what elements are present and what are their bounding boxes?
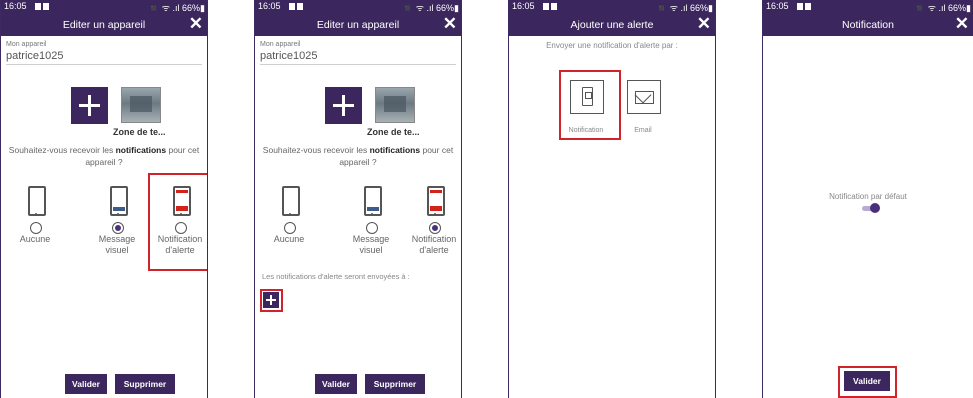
option-visual-label: Message visuel (98, 234, 136, 255)
screen-edit-device-1: 16:05 ◾ ᯤ .ıl 66%▮ Editer un appareil ✕ … (0, 0, 208, 398)
validate-button[interactable]: Valider (65, 374, 107, 394)
delete-button[interactable]: Supprimer (115, 374, 175, 394)
status-time: 16:05 (766, 1, 789, 11)
status-time: 16:05 (4, 1, 27, 11)
zone-thumbnail[interactable] (375, 87, 415, 123)
close-icon[interactable]: ✕ (955, 15, 969, 33)
delete-button[interactable]: Supprimer (365, 374, 425, 394)
email-option-label: Email (634, 127, 652, 134)
page-title: Notification (842, 19, 894, 31)
default-notification-toggle[interactable] (862, 203, 880, 213)
phone-visual-icon (110, 186, 128, 216)
status-bar: 16:05 ◾ ᯤ .ıl 66%▮ (255, 0, 461, 14)
screen-notification: 16:05 ◾ ᯤ .ıl 66%▮ Notification ✕ Notifi… (762, 0, 973, 398)
title-bar: Ajouter une alerte ✕ (509, 14, 715, 36)
status-time: 16:05 (258, 1, 281, 11)
close-icon[interactable]: ✕ (189, 15, 203, 33)
field-underline (6, 64, 202, 65)
phone-visual-icon (364, 186, 382, 216)
notification-icons (35, 3, 51, 11)
status-bar: 16:05 ◾ ᯤ .ıl 66%▮ (509, 0, 715, 14)
default-notification-label: Notification par défaut (829, 192, 907, 201)
highlight-box (260, 289, 283, 312)
title-bar: Notification ✕ (763, 14, 973, 36)
highlight-box (559, 70, 621, 140)
mail-icon (634, 86, 654, 104)
notification-icons (543, 3, 559, 11)
device-name-field[interactable]: patrice1025 (260, 50, 318, 62)
phone-none-icon (28, 186, 46, 216)
radio-alert-notification[interactable] (429, 222, 441, 234)
radio-visual-message[interactable] (112, 222, 124, 234)
screen-add-alert: 16:05 ◾ ᯤ .ıl 66%▮ Ajouter une alerte ✕ … (508, 0, 716, 398)
notification-icons (289, 3, 305, 11)
title-bar: Editer un appareil ✕ (1, 14, 207, 36)
page-title: Ajouter une alerte (570, 19, 654, 31)
option-alert-label: Notification d'alerte (411, 234, 457, 255)
device-name-field[interactable]: patrice1025 (6, 50, 64, 62)
status-indicators: ◾ ᯤ .ıl 66%▮ (656, 3, 713, 13)
status-bar: 16:05 ◾ ᯤ .ıl 66%▮ (1, 0, 207, 14)
radio-none[interactable] (284, 222, 296, 234)
highlight-box (148, 173, 207, 271)
option-none-label: Aucune (19, 234, 51, 244)
close-icon[interactable]: ✕ (443, 15, 457, 33)
page-title: Editer un appareil (62, 19, 146, 31)
notification-question: Souhaitez-vous recevoir les notification… (262, 145, 454, 167)
status-indicators: ◾ ᯤ .ıl 66%▮ (914, 3, 971, 13)
radio-visual-message[interactable] (366, 222, 378, 234)
add-zone-button[interactable] (71, 87, 108, 124)
device-label: Mon appareil (260, 41, 301, 48)
phone-alert-icon (427, 186, 445, 216)
status-indicators: ◾ ᯤ .ıl 66%▮ (402, 3, 459, 13)
email-option-button[interactable] (627, 80, 661, 114)
notification-icons (797, 3, 813, 11)
close-icon[interactable]: ✕ (697, 15, 711, 33)
send-by-label: Envoyer une notification d'alerte par : (546, 41, 678, 50)
alert-recipients-hint: Les notifications d'alerte seront envoyé… (262, 272, 410, 281)
option-none-label: Aucune (273, 234, 305, 244)
add-zone-button[interactable] (325, 87, 362, 124)
field-underline (260, 64, 456, 65)
validate-button[interactable]: Valider (315, 374, 357, 394)
notification-question: Souhaitez-vous recevoir les notification… (8, 145, 200, 167)
status-time: 16:05 (512, 1, 535, 11)
highlight-box (838, 366, 897, 398)
phone-none-icon (282, 186, 300, 216)
option-visual-label: Message visuel (352, 234, 390, 255)
page-title: Editer un appareil (316, 19, 400, 31)
zone-thumbnail[interactable] (121, 87, 161, 123)
zone-name: Zone de te... (113, 127, 166, 137)
radio-none[interactable] (30, 222, 42, 234)
screen-edit-device-2: 16:05 ◾ ᯤ .ıl 66%▮ Editer un appareil ✕ … (254, 0, 462, 398)
title-bar: Editer un appareil ✕ (255, 14, 461, 36)
status-indicators: ◾ ᯤ .ıl 66%▮ (148, 3, 205, 13)
zone-name: Zone de te... (367, 127, 420, 137)
status-bar: 16:05 ◾ ᯤ .ıl 66%▮ (763, 0, 973, 14)
device-label: Mon appareil (6, 41, 47, 48)
